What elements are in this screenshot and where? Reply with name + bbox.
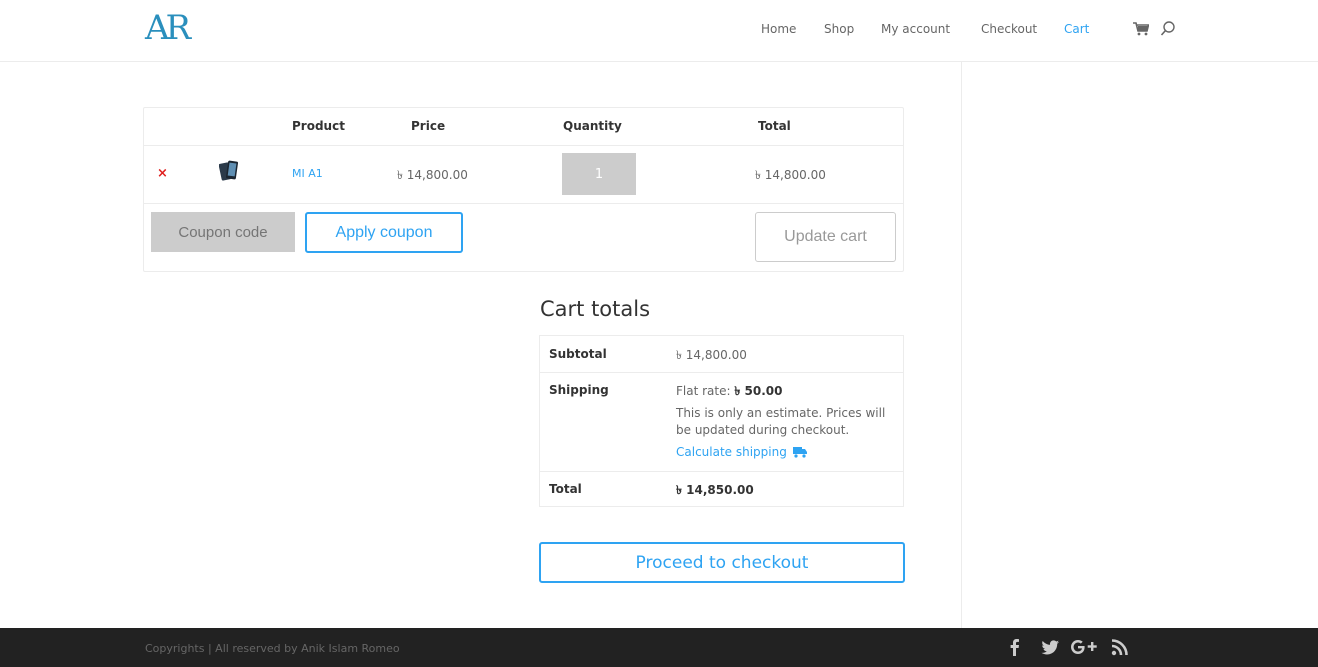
- sidebar-divider: [961, 62, 962, 628]
- nav-shop[interactable]: Shop: [824, 20, 854, 38]
- subtotal-row: Subtotal ৳ 14,800.00: [540, 336, 903, 373]
- shipping-label: Shipping: [549, 383, 609, 397]
- header-price: Price: [411, 119, 446, 133]
- product-subtotal: ৳ 14,800.00: [755, 168, 826, 182]
- shipping-method-label: Flat rate:: [676, 384, 731, 398]
- product-price: ৳ 14,800.00: [397, 168, 468, 182]
- quantity-input[interactable]: [562, 153, 636, 195]
- cart-item-row: × MI A1 ৳ 14,800.00 ৳ 14,800.00: [144, 145, 903, 204]
- calculate-shipping-link[interactable]: Calculate shipping: [676, 445, 807, 459]
- total-value-wrap: ৳ 14,850.00: [676, 482, 754, 502]
- cart-table: Product Price Quantity Total × MI A1 ৳ 1…: [143, 107, 904, 272]
- rss-icon[interactable]: [1110, 637, 1130, 657]
- logo-text: AR: [145, 8, 191, 48]
- product-thumbnail[interactable]: [219, 160, 239, 182]
- site-footer: Copyrights | All reserved by Anik Islam …: [0, 628, 1318, 667]
- site-header: AR Home Shop My account Checkout Cart: [0, 0, 1318, 62]
- total-value: ৳ 14,850.00: [676, 483, 754, 497]
- site-logo[interactable]: AR: [145, 8, 191, 48]
- coupon-code-input[interactable]: [151, 212, 295, 252]
- header-product: Product: [292, 119, 345, 133]
- cart-totals-title: Cart totals: [540, 297, 651, 321]
- nav-home[interactable]: Home: [761, 20, 796, 38]
- shipping-estimate-note: This is only an estimate. Prices will be…: [676, 406, 886, 437]
- product-name-link[interactable]: MI A1: [292, 167, 323, 180]
- total-row: Total ৳ 14,850.00: [540, 471, 903, 506]
- apply-coupon-button[interactable]: Apply coupon: [305, 212, 463, 253]
- nav-cart[interactable]: Cart: [1064, 20, 1089, 38]
- remove-item-icon[interactable]: ×: [157, 167, 168, 181]
- total-label: Total: [549, 482, 582, 496]
- proceed-to-checkout-button[interactable]: Proceed to checkout: [539, 542, 905, 583]
- subtotal-label: Subtotal: [549, 347, 607, 361]
- twitter-icon[interactable]: [1040, 637, 1060, 657]
- shipping-method: Flat rate: ৳ 50.00: [676, 383, 782, 403]
- nav-my-account[interactable]: My account: [881, 20, 950, 38]
- facebook-icon[interactable]: [1005, 637, 1025, 657]
- search-icon[interactable]: [1160, 20, 1176, 38]
- shopping-cart-icon[interactable]: [1133, 22, 1149, 36]
- header-total: Total: [758, 119, 791, 133]
- calculate-shipping-label: Calculate shipping: [676, 445, 787, 459]
- copyright-text: Copyrights | All reserved by Anik Islam …: [145, 642, 400, 655]
- shipping-row: Shipping Flat rate: ৳ 50.00 This is only…: [540, 372, 903, 472]
- update-cart-button[interactable]: Update cart: [755, 212, 896, 262]
- subtotal-value: ৳ 14,800.00: [676, 348, 747, 362]
- nav-checkout[interactable]: Checkout: [981, 20, 1037, 38]
- truck-icon: [792, 446, 807, 458]
- cart-table-header: Product Price Quantity Total: [144, 108, 903, 146]
- shipping-cost: ৳ 50.00: [734, 384, 783, 398]
- header-quantity: Quantity: [563, 119, 622, 133]
- google-plus-icon[interactable]: [1070, 637, 1100, 657]
- cart-totals-table: Subtotal ৳ 14,800.00 Shipping Flat rate:…: [539, 335, 904, 507]
